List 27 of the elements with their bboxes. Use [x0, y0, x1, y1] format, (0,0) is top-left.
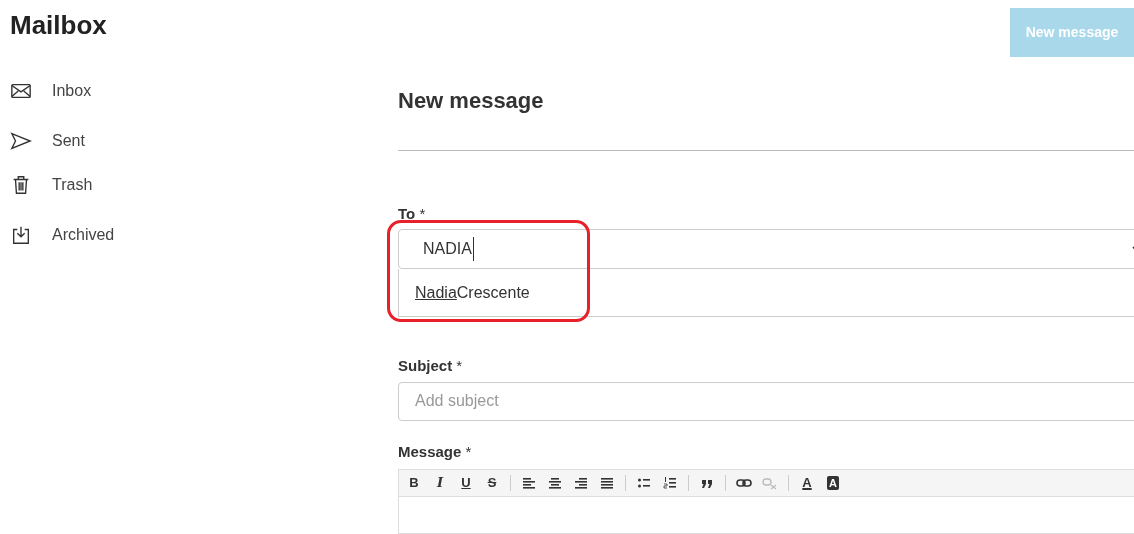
italic-button[interactable]: I — [428, 471, 452, 496]
align-left-icon — [522, 476, 536, 491]
app-title: Mailbox — [10, 9, 108, 42]
numbered-list-icon — [663, 476, 677, 491]
recipient-value: NADIA — [423, 237, 474, 262]
recipient-field[interactable]: NADIA — [398, 229, 1134, 270]
download-box-icon — [10, 224, 32, 246]
subject-field[interactable]: Add subject — [398, 381, 1134, 421]
align-center-icon — [548, 476, 562, 491]
field-label: Subject * — [398, 356, 463, 377]
sidebar-link[interactable]: Sent — [52, 129, 85, 153]
underline-button[interactable]: U — [454, 471, 478, 496]
align-justify-icon — [600, 476, 614, 491]
unlink-icon — [762, 476, 778, 491]
form-title: New message — [398, 87, 544, 115]
strike-button[interactable]: S — [480, 471, 504, 496]
sidebar-link[interactable]: Archived — [52, 223, 115, 247]
align-right-icon — [574, 476, 588, 491]
field-label: Message * — [398, 441, 472, 462]
sidebar-link[interactable]: Inbox — [52, 79, 92, 103]
send-icon — [10, 130, 32, 152]
sidebar-link[interactable]: Trash — [52, 173, 93, 197]
background-color-button[interactable]: A — [821, 471, 845, 496]
text-color-button[interactable]: A — [795, 471, 819, 496]
field-label: To * — [398, 203, 426, 224]
bold-button[interactable]: B — [402, 471, 426, 496]
suggestion-option[interactable]: NadiaCrescente — [399, 269, 1134, 317]
